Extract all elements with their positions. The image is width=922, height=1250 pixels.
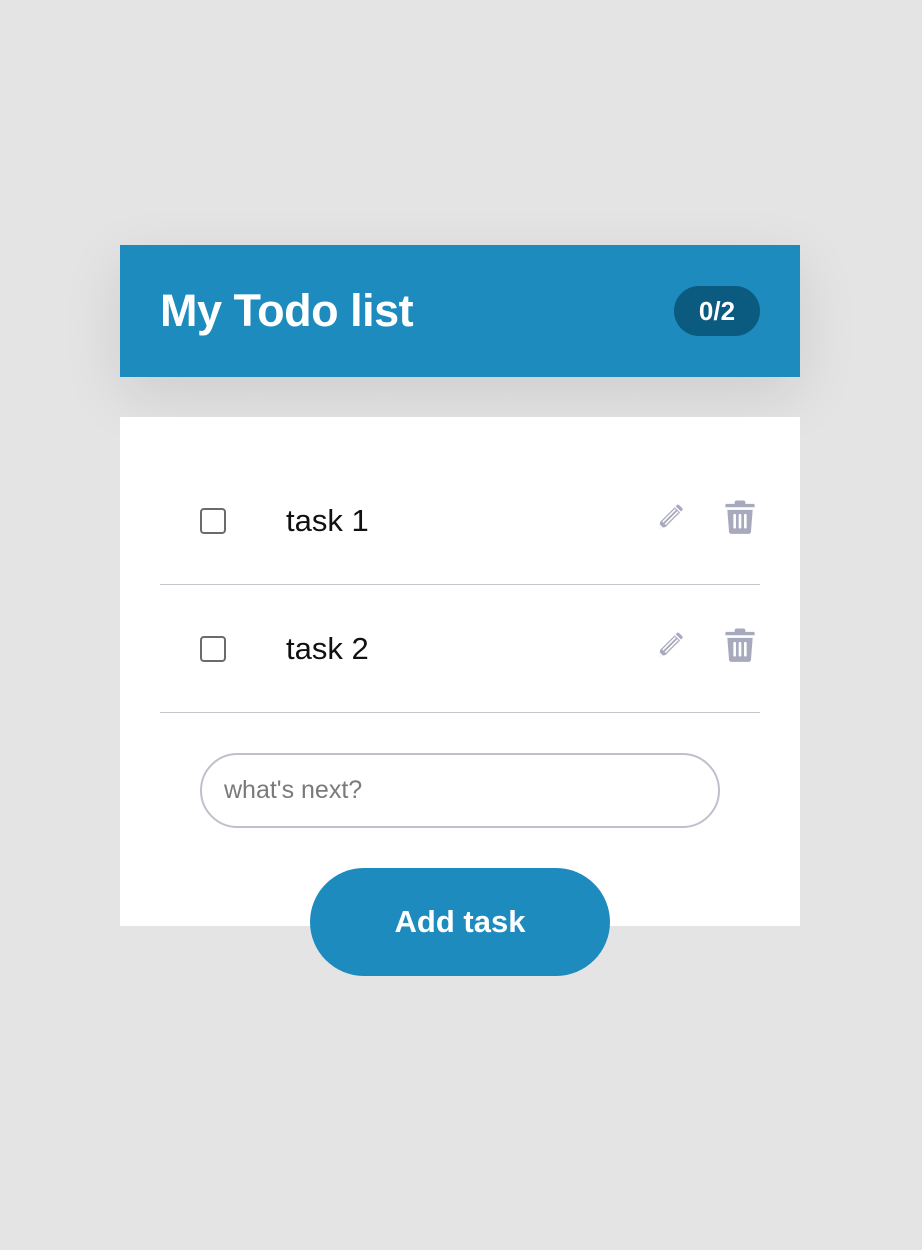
task-card: task 1 task 2	[120, 417, 800, 926]
task-row: task 2	[160, 585, 760, 713]
task-label: task 2	[286, 631, 369, 666]
edit-task-button[interactable]	[652, 498, 688, 536]
task-counter-badge: 0/2	[674, 286, 760, 336]
delete-task-button[interactable]	[722, 626, 758, 664]
pencil-icon	[658, 504, 683, 528]
task-row: task 1	[160, 457, 760, 585]
new-task-input[interactable]	[200, 753, 720, 828]
delete-task-button[interactable]	[722, 498, 758, 536]
page-title: My Todo list	[160, 285, 414, 336]
task-checkbox[interactable]	[200, 507, 226, 534]
edit-task-button[interactable]	[652, 626, 688, 664]
pencil-icon	[658, 632, 683, 656]
trash-icon	[725, 628, 755, 662]
header: My Todo list 0/2	[120, 245, 800, 377]
task-label: task 1	[286, 503, 369, 538]
add-task-button[interactable]: Add task	[310, 868, 610, 976]
trash-icon	[725, 500, 755, 534]
task-list: task 1 task 2	[160, 457, 760, 713]
task-checkbox[interactable]	[200, 635, 226, 662]
